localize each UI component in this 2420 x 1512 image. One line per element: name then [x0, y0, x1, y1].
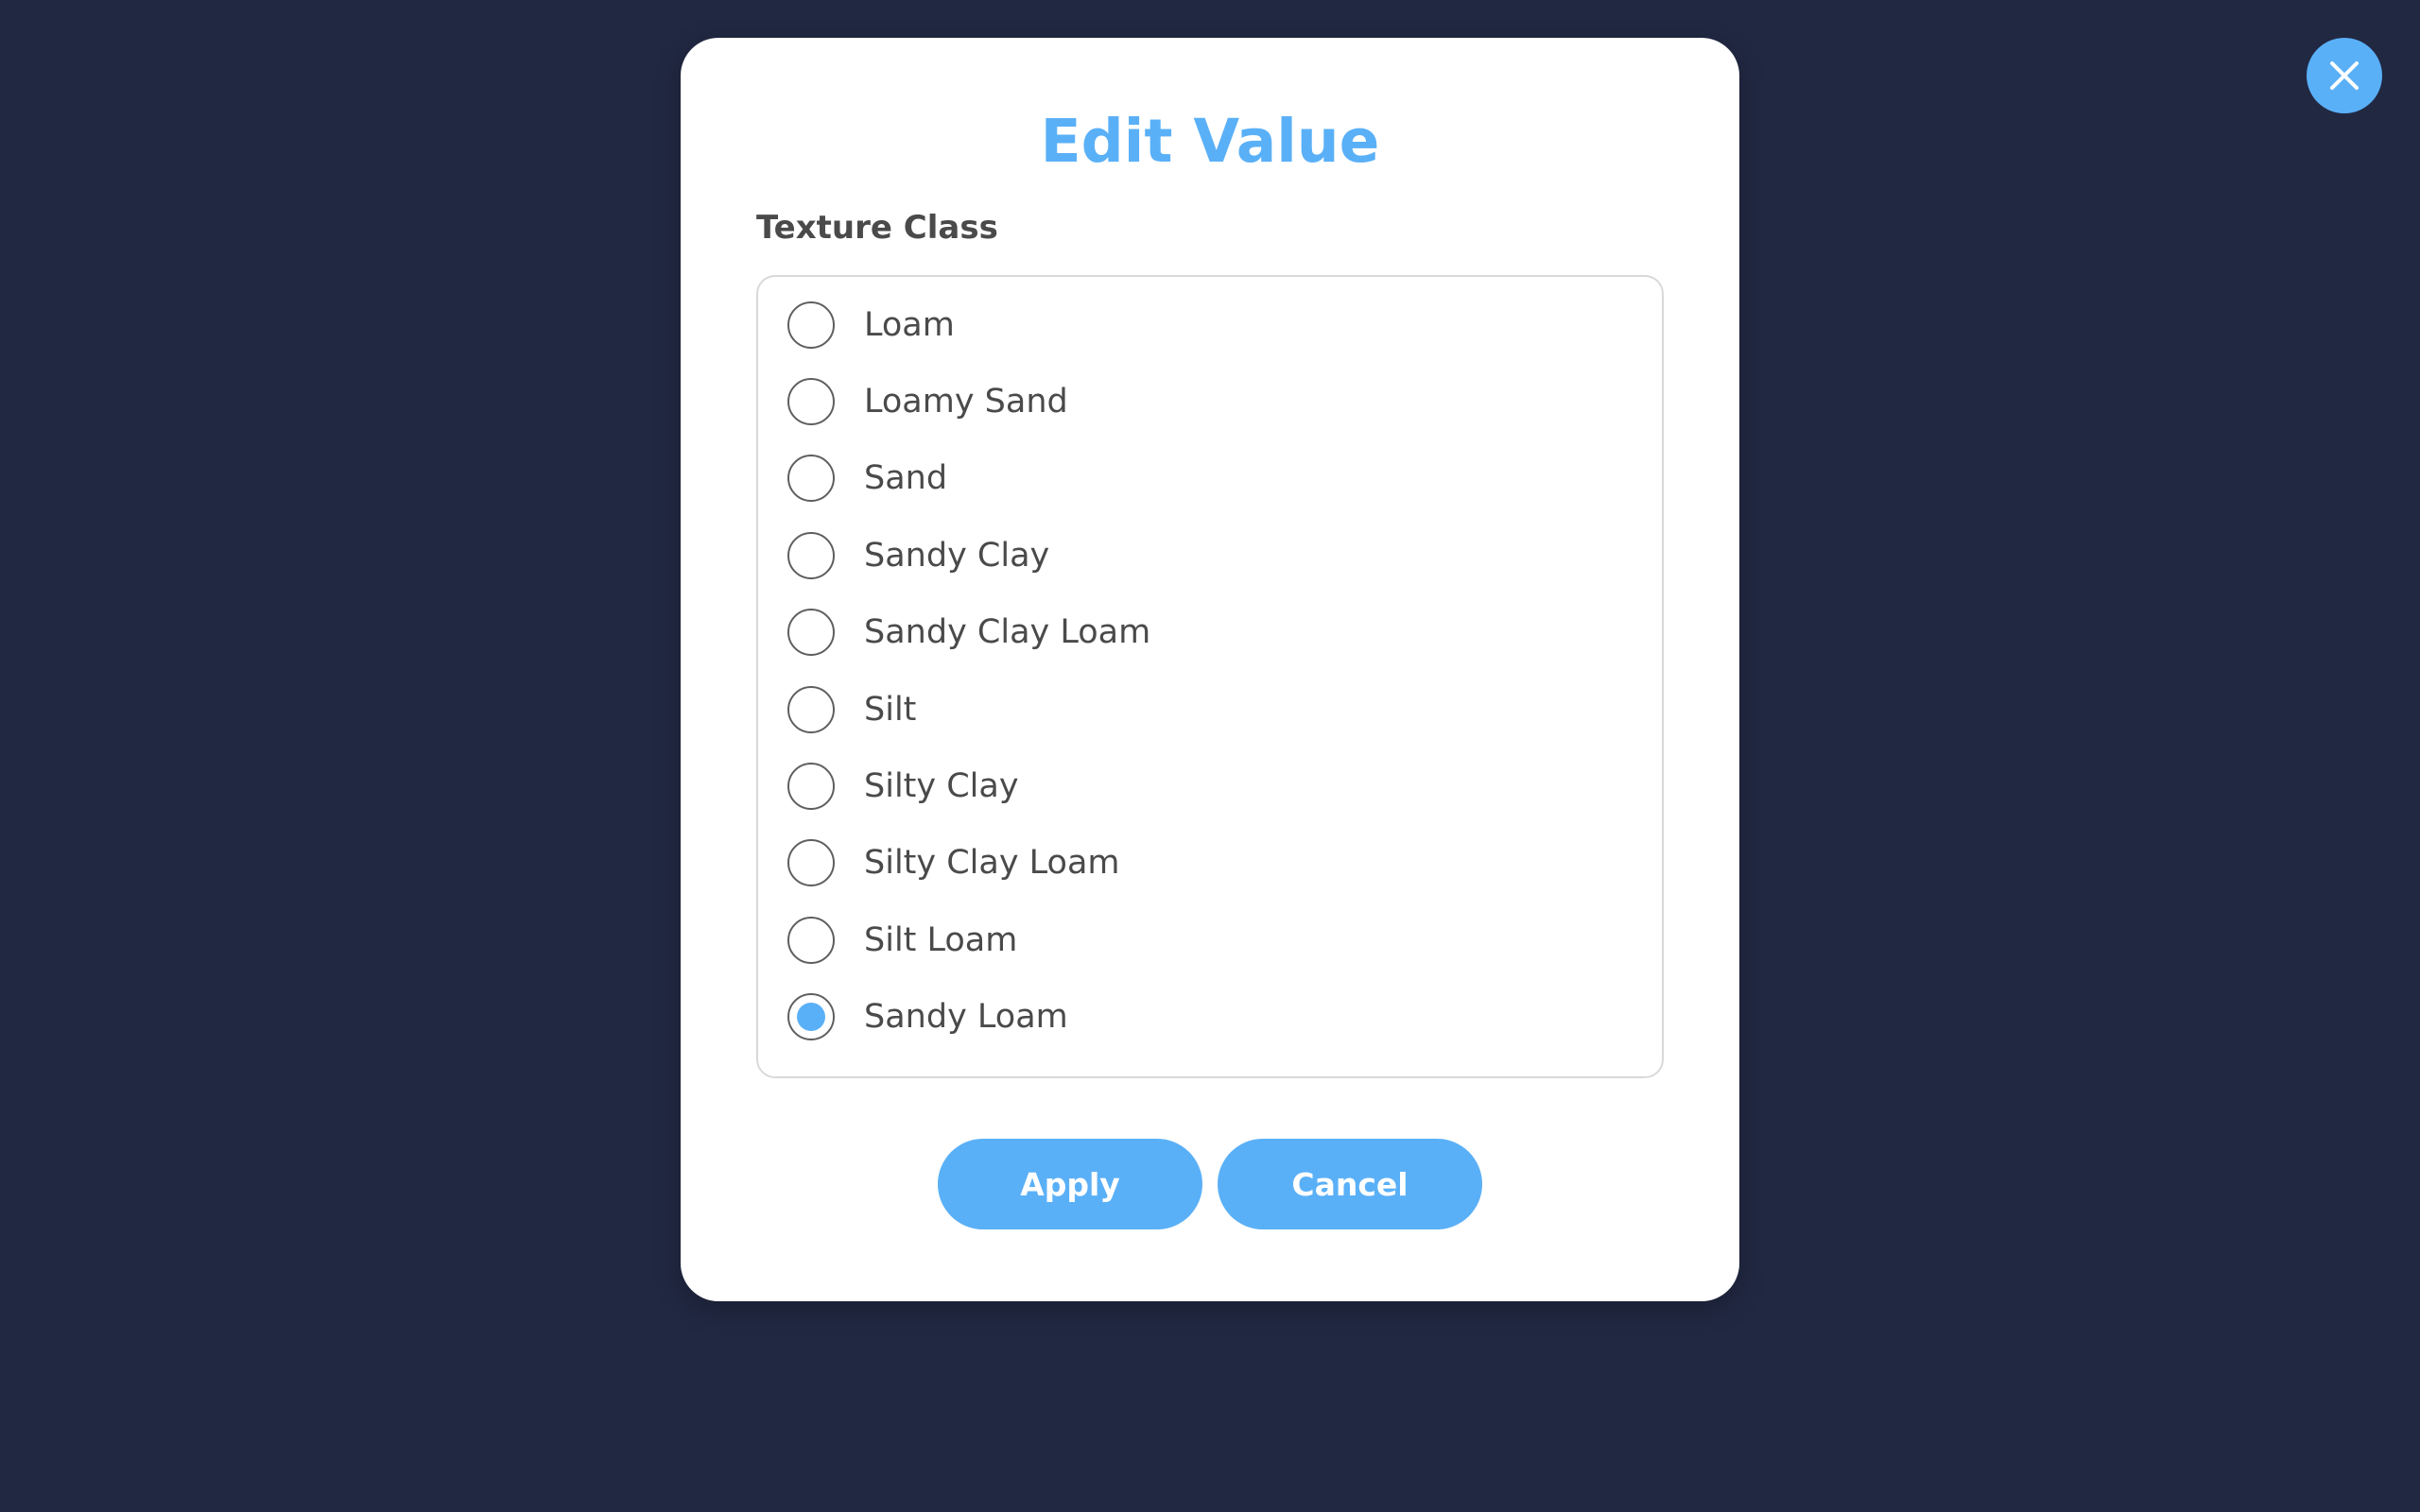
option-label: Silty Clay	[864, 767, 1019, 806]
option-sand[interactable]: Sand	[758, 440, 1662, 517]
radio-button[interactable]	[787, 531, 835, 579]
close-button[interactable]	[2307, 38, 2382, 113]
option-silt-loam[interactable]: Silt Loam	[758, 902, 1662, 978]
radio-button-selected[interactable]	[787, 993, 835, 1041]
option-silt[interactable]: Silt	[758, 671, 1662, 747]
radio-button[interactable]	[787, 301, 835, 349]
option-label: Loamy Sand	[864, 383, 1068, 421]
option-label: Silt	[864, 690, 917, 729]
option-label: Sandy Clay	[864, 536, 1050, 575]
option-label: Sandy Clay Loam	[864, 613, 1151, 652]
option-loam[interactable]: Loam	[758, 286, 1662, 363]
option-label: Silty Clay Loam	[864, 844, 1120, 883]
radio-button[interactable]	[787, 839, 835, 887]
option-silty-clay[interactable]: Silty Clay	[758, 747, 1662, 824]
dialog-title: Edit Value	[1040, 107, 1380, 176]
apply-button[interactable]: Apply	[938, 1139, 1202, 1229]
radio-selected-dot	[797, 1003, 825, 1032]
radio-button[interactable]	[787, 763, 835, 811]
close-icon	[2328, 60, 2360, 92]
edit-value-dialog: Edit Value Texture Class Loam Loamy Sand…	[681, 38, 1739, 1301]
option-label: Sandy Loam	[864, 998, 1068, 1037]
radio-button[interactable]	[787, 916, 835, 964]
cancel-button[interactable]: Cancel	[1218, 1139, 1482, 1229]
texture-class-options: Loam Loamy Sand Sand Sandy Clay Sandy Cl…	[756, 275, 1664, 1078]
texture-class-label: Texture Class	[756, 209, 998, 247]
option-loamy-sand[interactable]: Loamy Sand	[758, 363, 1662, 439]
radio-button[interactable]	[787, 455, 835, 503]
option-sandy-clay-loam[interactable]: Sandy Clay Loam	[758, 594, 1662, 671]
option-label: Sand	[864, 459, 948, 498]
option-label: Loam	[864, 305, 955, 344]
option-label: Silt Loam	[864, 920, 1018, 959]
radio-button[interactable]	[787, 378, 835, 426]
radio-button[interactable]	[787, 609, 835, 657]
option-silty-clay-loam[interactable]: Silty Clay Loam	[758, 825, 1662, 902]
option-sandy-clay[interactable]: Sandy Clay	[758, 517, 1662, 593]
option-sandy-loam[interactable]: Sandy Loam	[758, 979, 1662, 1056]
radio-button[interactable]	[787, 685, 835, 733]
